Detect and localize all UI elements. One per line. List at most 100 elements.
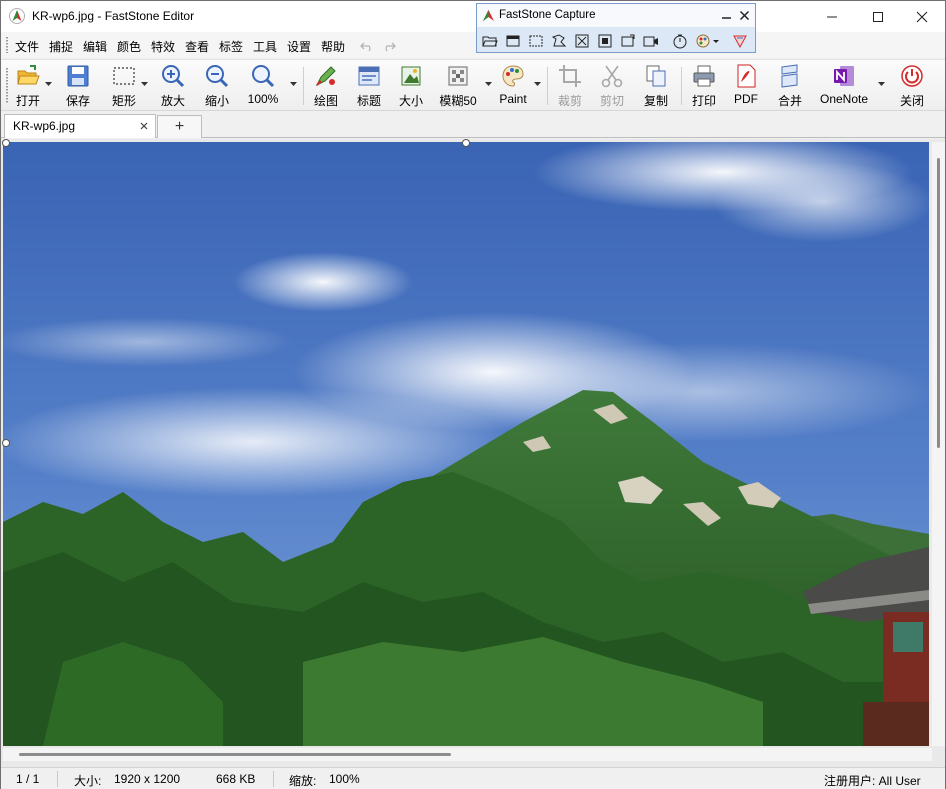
capture-close-icon[interactable] xyxy=(739,10,750,21)
add-tab-button[interactable]: + xyxy=(157,115,202,138)
selection-handle-top-left[interactable] xyxy=(2,139,10,147)
menu-capture[interactable]: 捕捉 xyxy=(49,38,73,55)
blur-dropdown-arrow-icon[interactable] xyxy=(485,82,492,87)
timer-button[interactable] xyxy=(672,33,688,49)
zoom-out-icon xyxy=(206,65,229,88)
save-disk-icon xyxy=(67,65,89,87)
crop-button[interactable]: 裁剪 xyxy=(555,63,585,109)
capture-scroll-button[interactable] xyxy=(620,33,636,49)
redo-icon[interactable] xyxy=(382,40,396,52)
capture-fullscreen-icon xyxy=(575,34,589,48)
tab-kr-wp6[interactable]: KR-wp6.jpg xyxy=(4,114,156,138)
menu-color[interactable]: 颜色 xyxy=(117,38,141,55)
close-image-button[interactable]: 关闭 xyxy=(897,63,927,109)
open-dropdown-arrow-icon[interactable] xyxy=(45,82,52,87)
vertical-scroll-thumb[interactable] xyxy=(937,158,940,448)
paint-dropdown-arrow-icon[interactable] xyxy=(534,82,541,87)
capture-window-icon xyxy=(506,35,520,47)
capture-settings-button[interactable] xyxy=(732,33,748,49)
zoom-in-icon xyxy=(162,65,185,88)
menu-tools[interactable]: 工具 xyxy=(253,38,277,55)
zoom-dropdown-arrow-icon[interactable] xyxy=(290,82,297,87)
paint-label: Paint xyxy=(499,92,527,106)
toolbar-separator xyxy=(303,67,304,105)
open-label: 打开 xyxy=(15,94,40,108)
selection-handle-middle-left[interactable] xyxy=(2,439,10,447)
horizontal-scroll-thumb[interactable] xyxy=(19,753,451,756)
page-indicator: 1 / 1 xyxy=(16,772,40,786)
screen-record-button[interactable] xyxy=(643,33,659,49)
copy-button[interactable]: 复制 xyxy=(641,63,671,109)
capture-panel[interactable]: FastStone Capture xyxy=(476,3,756,53)
caption-label: 标题 xyxy=(356,94,381,108)
open-button[interactable]: 打开 xyxy=(13,63,43,109)
mountain-landscape-image xyxy=(3,142,929,746)
pdf-label: PDF xyxy=(734,92,758,106)
close-image-label: 关闭 xyxy=(899,94,924,108)
toolbar-grip[interactable] xyxy=(6,68,8,104)
settings-icon xyxy=(733,35,747,49)
menu-edit[interactable]: 编辑 xyxy=(83,38,107,55)
rectangle-dropdown-arrow-icon[interactable] xyxy=(141,82,148,87)
menu-tabs[interactable]: 标签 xyxy=(219,38,243,55)
vertical-scrollbar[interactable] xyxy=(932,142,945,746)
license-text: 注册用户: All User xyxy=(824,774,921,788)
minimize-button[interactable] xyxy=(809,1,855,32)
tab-close-icon[interactable] xyxy=(139,121,149,131)
print-button[interactable]: 打印 xyxy=(689,63,719,109)
minimize-icon xyxy=(827,16,837,17)
close-icon xyxy=(916,11,928,22)
menu-effects[interactable]: 特效 xyxy=(151,38,175,55)
capture-minimize-icon[interactable] xyxy=(721,10,732,21)
menu-settings[interactable]: 设置 xyxy=(287,38,311,55)
image-size-value: 1920 x 1200 xyxy=(114,772,181,786)
print-icon xyxy=(693,65,715,87)
paint-button[interactable]: Paint xyxy=(497,63,529,109)
horizontal-scrollbar[interactable] xyxy=(3,748,932,761)
capture-title-bar[interactable]: FastStone Capture xyxy=(477,4,755,27)
landscape-photo[interactable] xyxy=(3,142,929,746)
capture-freehand-icon xyxy=(551,34,567,47)
onenote-icon xyxy=(834,66,854,86)
zoom-actual-button[interactable]: 100% xyxy=(245,63,281,109)
capture-rectangle-button[interactable] xyxy=(528,33,544,49)
pdf-button[interactable]: PDF xyxy=(731,63,761,109)
title-bar: KR-wp6.jpg - FastStone Editor xyxy=(1,1,945,32)
image-canvas[interactable] xyxy=(1,139,945,767)
draw-icon xyxy=(315,66,336,87)
onenote-button[interactable]: OneNote xyxy=(815,63,873,109)
menu-help[interactable]: 帮助 xyxy=(321,38,345,55)
close-button[interactable] xyxy=(899,1,945,32)
resize-icon xyxy=(401,66,421,86)
color-dropdown-arrow-icon[interactable] xyxy=(713,40,719,44)
maximize-button[interactable] xyxy=(855,1,901,32)
open-folder-icon xyxy=(17,65,40,85)
crop-label: 裁剪 xyxy=(557,94,582,108)
capture-open-button[interactable] xyxy=(482,33,498,49)
zoom-out-button[interactable]: 缩小 xyxy=(203,63,231,109)
merge-button[interactable]: 合并 xyxy=(775,63,805,109)
status-separator xyxy=(273,771,274,787)
blur-button[interactable]: 模糊50 xyxy=(437,63,479,109)
pdf-icon xyxy=(737,64,756,88)
merge-icon xyxy=(781,64,798,88)
cut-button[interactable]: 剪切 xyxy=(597,63,627,109)
menu-view[interactable]: 查看 xyxy=(185,38,209,55)
resize-button[interactable]: 大小 xyxy=(397,63,425,109)
caption-button[interactable]: 标题 xyxy=(355,63,383,109)
rectangle-select-button[interactable]: 矩形 xyxy=(109,63,139,109)
menu-grip[interactable] xyxy=(6,37,8,53)
selection-handle-top-center[interactable] xyxy=(462,139,470,147)
draw-button[interactable]: 绘图 xyxy=(311,63,341,109)
save-button[interactable]: 保存 xyxy=(63,63,93,109)
onenote-dropdown-arrow-icon[interactable] xyxy=(878,82,885,87)
capture-window-button[interactable] xyxy=(505,33,521,49)
capture-fullscreen-button[interactable] xyxy=(574,33,590,49)
capture-freehand-button[interactable] xyxy=(551,33,567,49)
menu-file[interactable]: 文件 xyxy=(15,38,39,55)
undo-icon[interactable] xyxy=(360,40,374,52)
color-picker-button[interactable] xyxy=(695,33,711,49)
save-label: 保存 xyxy=(65,94,90,108)
capture-region-button[interactable] xyxy=(597,33,613,49)
zoom-in-button[interactable]: 放大 xyxy=(159,63,187,109)
